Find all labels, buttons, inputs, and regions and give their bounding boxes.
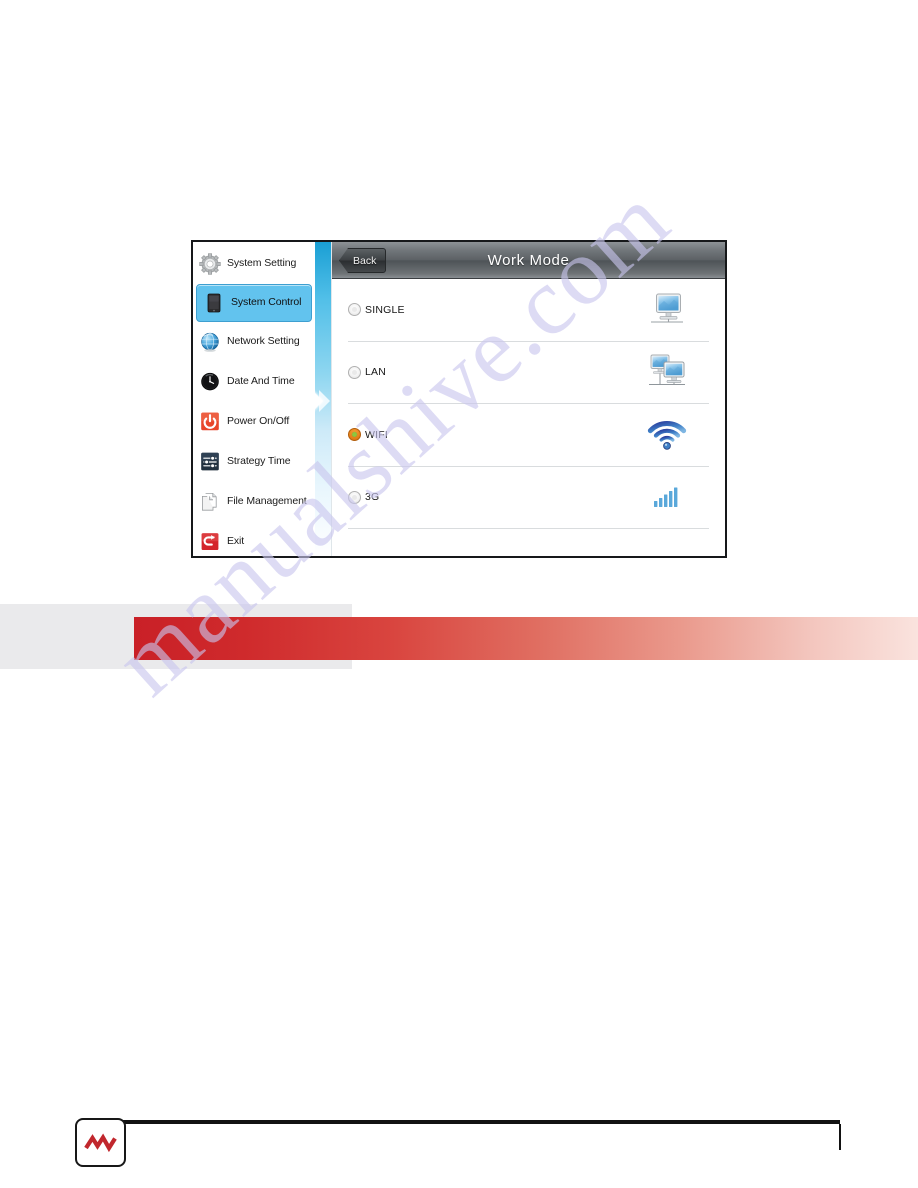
- option-label: WIFI: [365, 428, 388, 441]
- sidebar-item-label: System Control: [231, 296, 302, 309]
- file-icon: [199, 491, 221, 513]
- sidebar-item-system-control[interactable]: System Control: [196, 284, 312, 322]
- content-panel: Back Work Mode SINGLE LAN WIFI 3G: [331, 242, 725, 556]
- sidebar-item-label: Network Setting: [227, 335, 300, 348]
- gear-icon: [199, 253, 221, 275]
- sidebar: System Setting System Control Network Se…: [193, 242, 315, 556]
- page-watermark: manualshive.com: [0, 0, 918, 1188]
- radio-wifi[interactable]: [348, 428, 361, 442]
- sidebar-item-label: Date And Time: [227, 375, 295, 388]
- sidebar-item-label: Strategy Time: [227, 455, 291, 468]
- panel-divider: [312, 242, 331, 556]
- page-title: Work Mode: [487, 251, 570, 269]
- clock-icon: [199, 371, 221, 393]
- exit-icon: [199, 531, 221, 553]
- sidebar-item-label: System Setting: [227, 257, 297, 270]
- sidebar-item-label: Exit: [227, 535, 245, 548]
- strategy-icon: [199, 451, 221, 473]
- option-row-single[interactable]: SINGLE: [348, 279, 709, 342]
- sidebar-item-power-on-off[interactable]: Power On/Off: [193, 402, 315, 442]
- sidebar-item-strategy-time[interactable]: Strategy Time: [193, 442, 315, 482]
- device-screenshot-frame: System Setting System Control Network Se…: [191, 240, 727, 558]
- radio-3g[interactable]: [348, 490, 361, 504]
- footer-rule: [122, 1120, 840, 1124]
- sidebar-item-network-setting[interactable]: Network Setting: [193, 322, 315, 362]
- radio-single[interactable]: [348, 303, 361, 317]
- brand-logo: [75, 1118, 126, 1167]
- work-mode-option-list: SINGLE LAN WIFI 3G: [332, 279, 725, 556]
- option-label: SINGLE: [365, 303, 405, 316]
- footer-tick: [839, 1124, 841, 1150]
- sidebar-item-system-setting[interactable]: System Setting: [193, 244, 315, 284]
- wifi-icon: [647, 414, 687, 456]
- title-bar: Back Work Mode: [332, 242, 725, 279]
- option-row-3g[interactable]: 3G: [348, 467, 709, 529]
- globe-icon: [199, 331, 221, 353]
- sidebar-item-exit[interactable]: Exit: [193, 522, 315, 556]
- sidebar-item-date-and-time[interactable]: Date And Time: [193, 362, 315, 402]
- sidebar-item-file-management[interactable]: File Management: [193, 482, 315, 522]
- back-button[interactable]: Back: [339, 248, 387, 273]
- option-row-lan[interactable]: LAN: [348, 342, 709, 404]
- banner-red-gradient-bar: [134, 617, 918, 660]
- sidebar-item-label: File Management: [227, 495, 307, 508]
- option-row-wifi[interactable]: WIFI: [348, 404, 709, 467]
- radio-lan[interactable]: [348, 365, 361, 379]
- sidebar-item-label: Power On/Off: [227, 415, 290, 428]
- option-label: LAN: [365, 366, 387, 379]
- option-label: 3G: [365, 491, 380, 504]
- brand-logo-mark: [83, 1132, 117, 1152]
- two-monitors-icon: [647, 351, 687, 393]
- power-icon: [199, 411, 221, 433]
- signal-bars-icon: [647, 476, 687, 518]
- monitor-icon: [647, 289, 687, 331]
- tablet-icon: [203, 292, 225, 314]
